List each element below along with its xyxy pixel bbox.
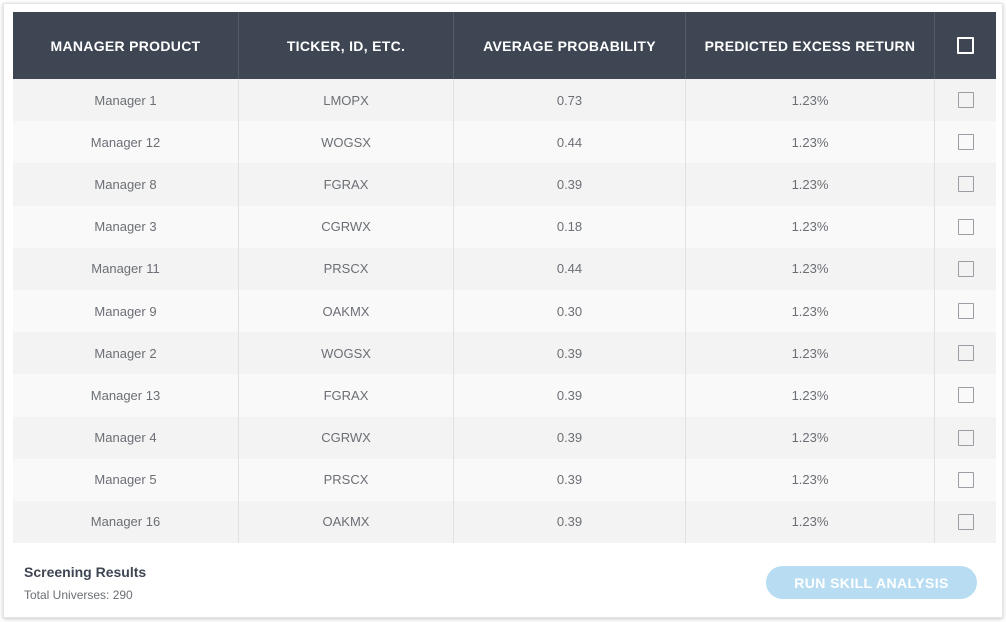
cell-select (935, 163, 996, 205)
cell-average-probability: 0.39 (454, 374, 686, 417)
cell-ticker: LMOPX (239, 79, 454, 122)
cell-average-probability: 0.39 (454, 458, 686, 501)
cell-predicted-excess-return: 1.23% (686, 79, 935, 122)
cell-select (935, 501, 996, 543)
screening-results-title: Screening Results (24, 564, 147, 580)
table-row: Manager 16 OAKMX 0.39 1.23% (13, 500, 996, 544)
cell-ticker: FGRAX (239, 163, 454, 206)
cell-average-probability: 0.30 (454, 289, 686, 333)
table-row: Manager 9 OAKMX 0.30 1.23% (13, 289, 996, 333)
table-row: Manager 1 LMOPX 0.73 1.23% (13, 79, 996, 122)
row-select-checkbox[interactable] (957, 345, 974, 362)
cell-ticker: OAKMX (239, 500, 454, 544)
cell-predicted-excess-return: 1.23% (686, 247, 935, 290)
cell-select (935, 79, 996, 121)
table-row: Manager 8 FGRAX 0.39 1.23% (13, 163, 996, 206)
cell-predicted-excess-return: 1.23% (686, 332, 935, 375)
cell-select (935, 459, 996, 501)
cell-manager-product: Manager 12 (13, 121, 239, 164)
table-row: Manager 3 CGRWX 0.18 1.23% (13, 205, 996, 248)
cell-manager-product: Manager 9 (13, 289, 239, 333)
cell-ticker: WOGSX (239, 332, 454, 375)
cell-predicted-excess-return: 1.23% (686, 458, 935, 501)
cell-average-probability: 0.18 (454, 205, 686, 248)
cell-average-probability: 0.44 (454, 247, 686, 290)
table-row: Manager 12 WOGSX 0.44 1.23% (13, 121, 996, 164)
header-ticker[interactable]: TICKER, ID, ETC. (239, 12, 454, 79)
table-header: MANAGER PRODUCT TICKER, ID, ETC. AVERAGE… (13, 12, 996, 79)
cell-predicted-excess-return: 1.23% (686, 289, 935, 333)
table-row: Manager 2 WOGSX 0.39 1.23% (13, 332, 996, 375)
row-select-checkbox[interactable] (957, 303, 974, 320)
header-select-all (935, 12, 996, 79)
table-row: Manager 11 PRSCX 0.44 1.23% (13, 247, 996, 290)
row-select-checkbox[interactable] (957, 513, 974, 530)
screening-results-card: MANAGER PRODUCT TICKER, ID, ETC. AVERAGE… (3, 3, 1003, 618)
cell-manager-product: Manager 8 (13, 163, 239, 206)
cell-average-probability: 0.39 (454, 416, 686, 459)
table-body: Manager 1 LMOPX 0.73 1.23% Manager 12 WOGSX 0.… (13, 79, 996, 544)
cell-select (935, 374, 996, 416)
header-manager-product[interactable]: MANAGER PRODUCT (13, 12, 239, 79)
cell-ticker: FGRAX (239, 374, 454, 417)
run-skill-analysis-button[interactable]: RUN SKILL ANALYSIS (766, 566, 977, 599)
header-predicted-excess-return[interactable]: PREDICTED EXCESS RETURN (686, 12, 935, 79)
cell-average-probability: 0.39 (454, 163, 686, 206)
cell-ticker: PRSCX (239, 458, 454, 501)
table-row: Manager 5 PRSCX 0.39 1.23% (13, 458, 996, 501)
cell-average-probability: 0.73 (454, 79, 686, 122)
cell-manager-product: Manager 2 (13, 332, 239, 375)
cell-select (935, 248, 996, 290)
row-select-checkbox[interactable] (957, 92, 974, 109)
cell-predicted-excess-return: 1.23% (686, 121, 935, 164)
cell-predicted-excess-return: 1.23% (686, 163, 935, 206)
cell-manager-product: Manager 5 (13, 458, 239, 501)
cell-manager-product: Manager 3 (13, 205, 239, 248)
cell-manager-product: Manager 1 (13, 79, 239, 122)
select-all-checkbox[interactable] (957, 37, 974, 54)
cell-manager-product: Manager 4 (13, 416, 239, 459)
cell-ticker: OAKMX (239, 289, 454, 333)
cell-select (935, 121, 996, 163)
results-table: MANAGER PRODUCT TICKER, ID, ETC. AVERAGE… (13, 12, 996, 544)
cell-manager-product: Manager 16 (13, 500, 239, 544)
cell-select (935, 417, 996, 459)
row-select-checkbox[interactable] (957, 260, 974, 277)
header-average-probability[interactable]: AVERAGE PROBABILITY (454, 12, 686, 79)
cell-ticker: WOGSX (239, 121, 454, 164)
cell-ticker: CGRWX (239, 416, 454, 459)
cell-manager-product: Manager 11 (13, 247, 239, 290)
row-select-checkbox[interactable] (957, 429, 974, 446)
cell-ticker: PRSCX (239, 247, 454, 290)
row-select-checkbox[interactable] (957, 218, 974, 235)
row-select-checkbox[interactable] (957, 387, 974, 404)
cell-ticker: CGRWX (239, 205, 454, 248)
cell-average-probability: 0.39 (454, 332, 686, 375)
cell-select (935, 290, 996, 332)
table-row: Manager 13 FGRAX 0.39 1.23% (13, 374, 996, 417)
cell-manager-product: Manager 13 (13, 374, 239, 417)
cell-select (935, 206, 996, 248)
cell-predicted-excess-return: 1.23% (686, 416, 935, 459)
cell-average-probability: 0.44 (454, 121, 686, 164)
row-select-checkbox[interactable] (957, 134, 974, 151)
total-universes-count: Total Universes: 290 (24, 588, 133, 602)
row-select-checkbox[interactable] (957, 176, 974, 193)
cell-predicted-excess-return: 1.23% (686, 205, 935, 248)
cell-predicted-excess-return: 1.23% (686, 500, 935, 544)
cell-average-probability: 0.39 (454, 500, 686, 544)
cell-predicted-excess-return: 1.23% (686, 374, 935, 417)
cell-select (935, 332, 996, 374)
table-row: Manager 4 CGRWX 0.39 1.23% (13, 416, 996, 459)
row-select-checkbox[interactable] (957, 471, 974, 488)
